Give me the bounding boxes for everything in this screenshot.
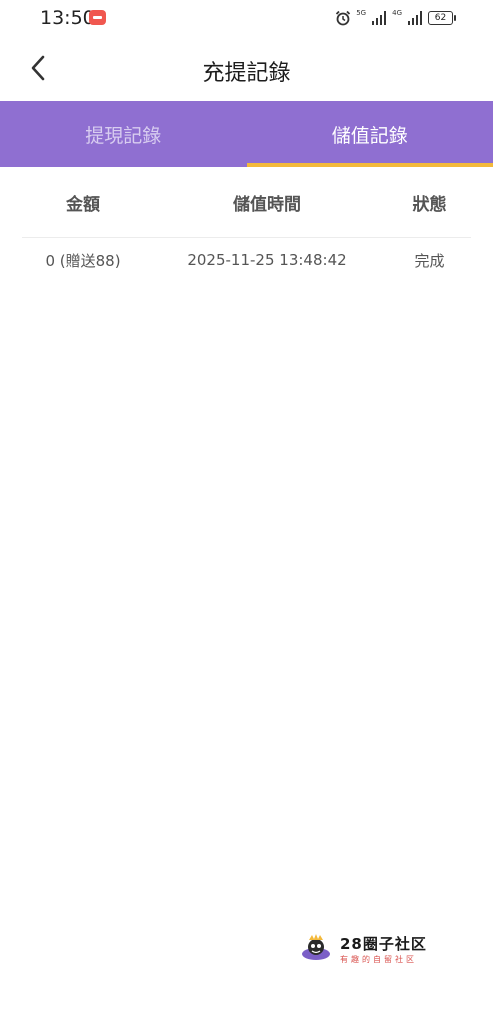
table-row: 0 (贈送88) 2025-11-25 13:48:42 完成	[22, 238, 471, 282]
tab-label: 儲值記錄	[331, 124, 408, 147]
cell-amount: 0 (贈送88)	[22, 238, 144, 282]
status-value: 完成	[414, 251, 445, 270]
header: 充提記錄	[0, 36, 493, 101]
amount-value: 0 (贈送88)	[45, 251, 121, 270]
battery-icon: 62	[428, 11, 456, 25]
column-header-label: 狀態	[412, 194, 447, 215]
status-indicators: 5G 4G 62	[335, 8, 456, 28]
signal-icon	[372, 11, 387, 25]
table-header: 金額 儲值時間 狀態	[22, 167, 471, 238]
status-bar: 13:50 5G 4G 62	[0, 0, 493, 36]
status-time: 13:50	[40, 7, 95, 29]
column-header-amount: 金額	[22, 167, 144, 237]
network-label-2: 4G	[392, 9, 402, 17]
tab-label: 提現記錄	[85, 124, 162, 147]
column-header-status: 狀態	[388, 167, 471, 237]
alarm-icon	[336, 10, 351, 26]
column-header-label: 金額	[66, 194, 100, 215]
page-title: 充提記錄	[202, 61, 291, 86]
watermark-subtitle: 有趣的自留社区	[340, 955, 417, 964]
tab-withdrawal-records[interactable]: 提現記錄	[0, 101, 247, 167]
battery-level: 62	[434, 13, 447, 23]
community-logo-icon	[302, 934, 330, 960]
notification-icon	[89, 10, 106, 25]
column-header-label: 儲值時間	[233, 194, 301, 215]
app-screen: 13:50 5G 4G 62 充提記錄 提現記錄 儲值記錄 金額 儲值時間 狀態…	[0, 0, 493, 1024]
watermark-name: 28圈子社区	[340, 935, 427, 953]
network-label-1: 5G	[356, 9, 367, 17]
cell-status: 完成	[388, 238, 471, 282]
cell-time: 2025-11-25 13:48:42	[164, 238, 370, 282]
column-header-time: 儲值時間	[164, 167, 370, 237]
tab-bar: 提現記錄 儲值記錄	[0, 101, 493, 167]
signal-icon-2	[408, 11, 422, 25]
tab-deposit-records[interactable]: 儲值記錄	[246, 101, 493, 167]
time-value: 2025-11-25 13:48:42	[187, 251, 347, 269]
watermark: 28圈子社区 有趣的自留社区	[300, 930, 440, 970]
